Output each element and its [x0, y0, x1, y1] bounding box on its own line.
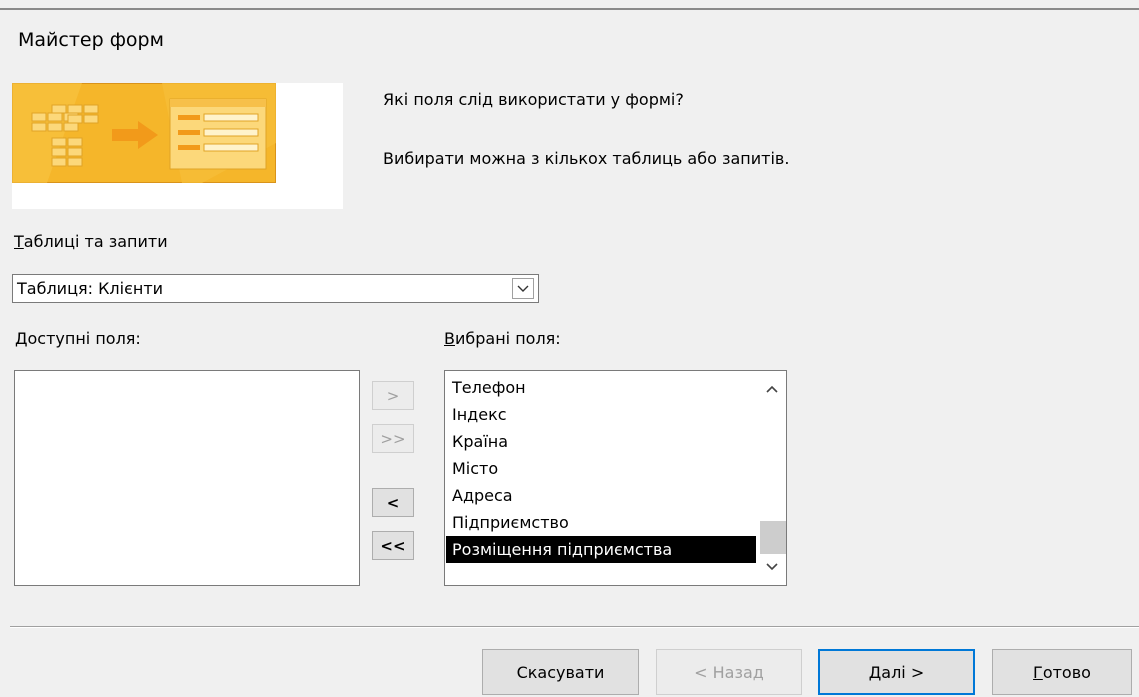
- list-item[interactable]: Адреса: [446, 482, 756, 509]
- selected-fields-items: Телефон Індекс Країна Місто Адреса Підпр…: [446, 374, 756, 563]
- list-item-selected[interactable]: Розміщення підприємства: [446, 536, 756, 563]
- remove-one-button[interactable]: <: [372, 488, 414, 517]
- scroll-thumb[interactable]: [760, 521, 786, 554]
- back-button[interactable]: < Назад: [656, 649, 802, 695]
- scroll-up-button[interactable]: [758, 375, 786, 403]
- tables-select-value: Таблиця: Клієнти: [17, 279, 164, 298]
- finish-button[interactable]: Готово: [992, 649, 1132, 695]
- add-one-button[interactable]: >: [372, 381, 414, 410]
- available-fields-list[interactable]: [14, 370, 360, 586]
- tables-label-hotkey: Т: [14, 232, 24, 251]
- form-wizard-illustration-icon: [12, 83, 276, 183]
- tables-queries-label: Таблиці та запити: [14, 232, 168, 251]
- selected-fields-label: Вибрані поля:: [444, 329, 561, 348]
- top-divider: [0, 8, 1139, 10]
- footer-divider-highlight: [10, 627, 1139, 628]
- available-fields-label: Доступні поля:: [15, 329, 141, 348]
- tables-queries-select[interactable]: Таблиця: Клієнти: [12, 274, 539, 303]
- add-all-button[interactable]: >>: [372, 424, 414, 453]
- chevron-down-icon: [766, 563, 778, 571]
- available-label-rest: оступні поля:: [27, 329, 141, 348]
- next-button[interactable]: Далі >: [818, 649, 975, 695]
- selected-list-scrollbar[interactable]: [758, 371, 786, 585]
- cancel-button[interactable]: Скасувати: [482, 649, 639, 695]
- dropdown-button[interactable]: [512, 278, 534, 299]
- finish-label-rest: отово: [1042, 662, 1091, 682]
- next-hotkey: Д: [868, 662, 882, 682]
- list-item[interactable]: Підприємство: [446, 509, 756, 536]
- wizard-question: Які поля слід використати у формі?: [383, 90, 684, 109]
- scroll-down-button[interactable]: [758, 553, 786, 581]
- list-item[interactable]: Телефон: [446, 374, 756, 401]
- list-item[interactable]: Індекс: [446, 401, 756, 428]
- chevron-down-icon: [517, 285, 529, 292]
- finish-hotkey: Г: [1033, 662, 1043, 682]
- selected-fields-list[interactable]: Телефон Індекс Країна Місто Адреса Підпр…: [444, 370, 787, 586]
- selected-label-hotkey: В: [444, 329, 455, 348]
- next-label-rest: алі >: [881, 662, 925, 682]
- selected-label-rest: ибрані поля:: [454, 329, 561, 348]
- list-item[interactable]: Місто: [446, 455, 756, 482]
- page-title: Майстер форм: [18, 29, 164, 51]
- remove-all-button[interactable]: <<: [372, 531, 414, 560]
- available-label-hotkey: Д: [15, 329, 28, 348]
- wizard-banner: [12, 83, 343, 209]
- wizard-hint: Вибирати можна з кількох таблиць або зап…: [383, 149, 790, 168]
- tables-label-rest: аблиці та запити: [23, 232, 168, 251]
- list-item[interactable]: Країна: [446, 428, 756, 455]
- chevron-up-icon: [766, 385, 778, 393]
